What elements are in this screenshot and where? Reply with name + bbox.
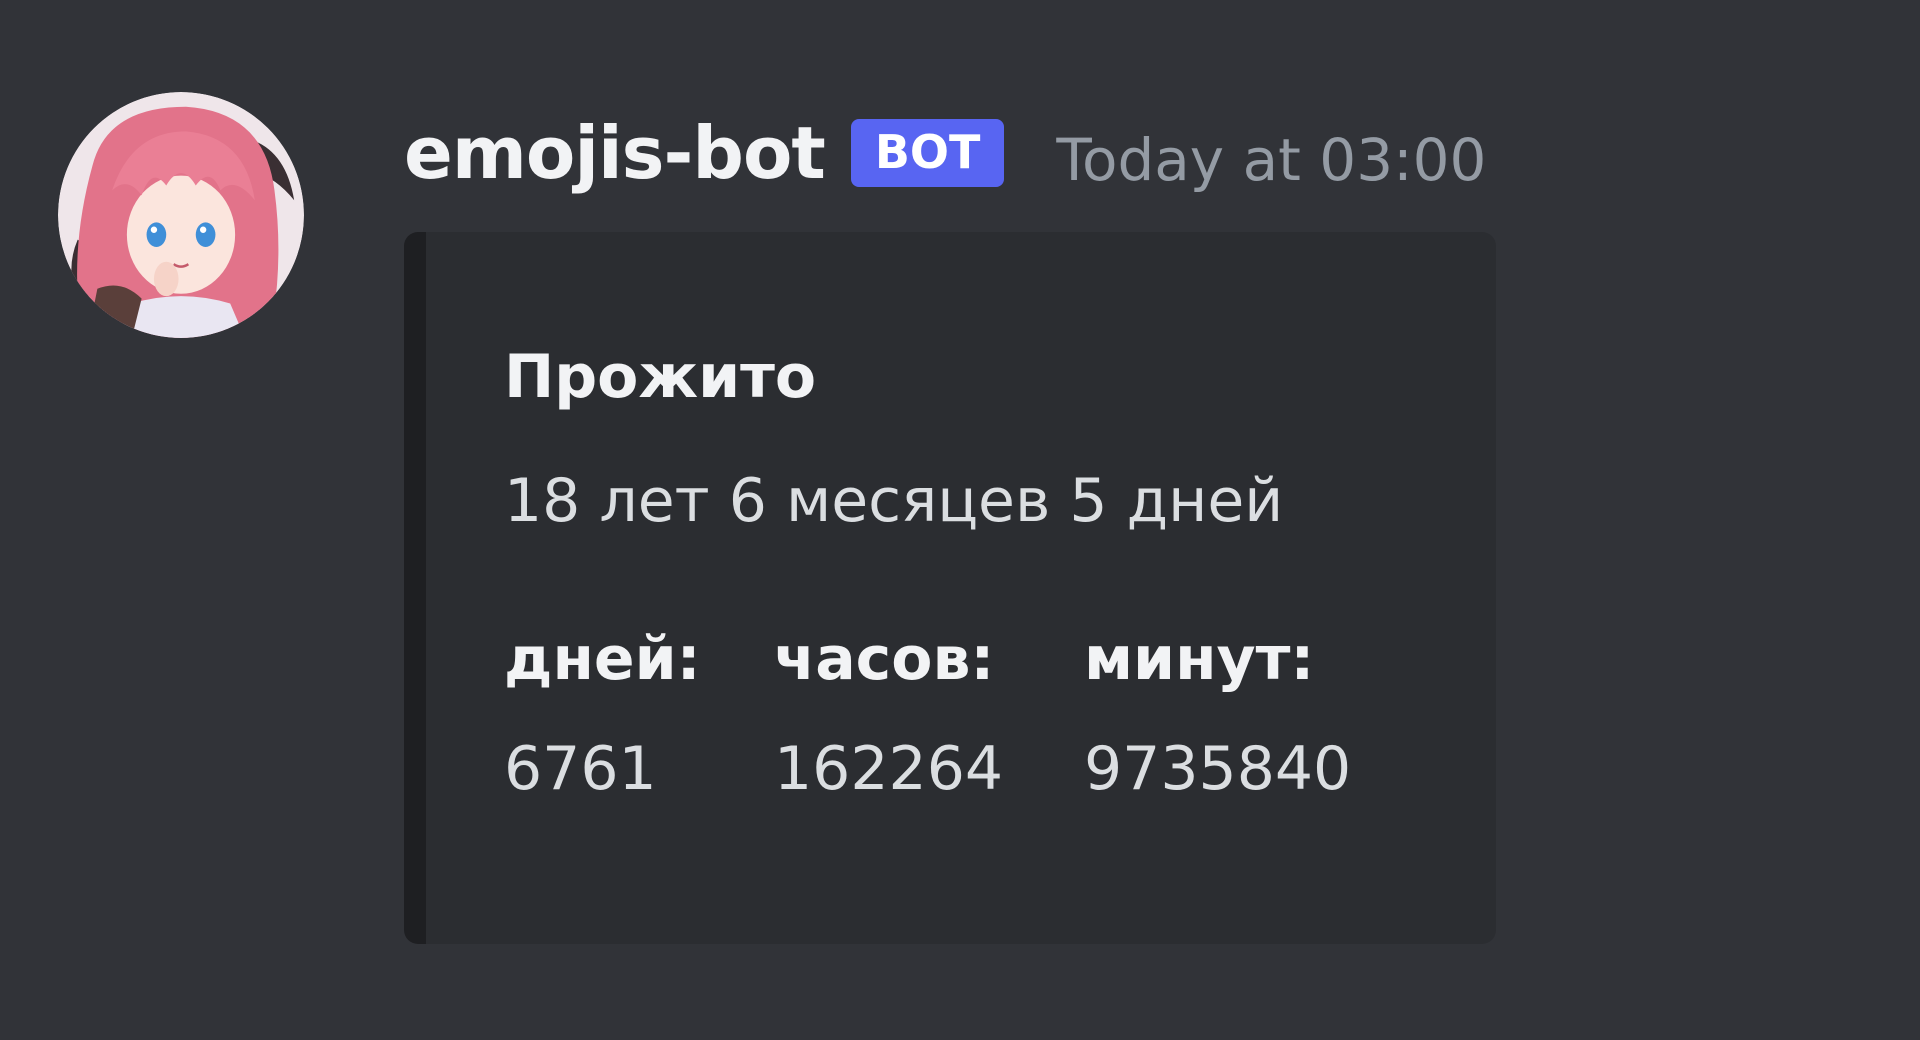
field-value: 9735840	[1084, 734, 1352, 804]
field-value: 6761	[504, 734, 657, 804]
embed-field-hours: часов: 162264	[774, 624, 1003, 804]
avatar[interactable]	[58, 92, 304, 338]
anime-girl-avatar-icon	[58, 92, 304, 338]
author-username[interactable]: emojis-bot	[404, 111, 826, 195]
message-embed: Прожито 18 лет 6 месяцев 5 дней дней: 67…	[404, 232, 1496, 944]
embed-field-minutes: минут: 9735840	[1084, 624, 1351, 804]
field-name: минут:	[1084, 624, 1315, 694]
field-value: 162264	[774, 734, 1004, 804]
field-name: часов:	[774, 624, 995, 694]
message-timestamp[interactable]: Today at 03:00	[1056, 126, 1486, 194]
embed-title: Прожито	[504, 342, 817, 412]
embed-field-days: дней: 6761	[504, 624, 701, 804]
chat-message: emojis-bot BOT Today at 03:00 Прожито 18…	[0, 0, 1920, 1040]
embed-description: 18 лет 6 месяцев 5 дней	[504, 466, 1284, 536]
message-header: emojis-bot BOT Today at 03:00	[404, 108, 1486, 198]
bot-badge: BOT	[850, 119, 1005, 187]
field-name: дней:	[504, 624, 701, 694]
